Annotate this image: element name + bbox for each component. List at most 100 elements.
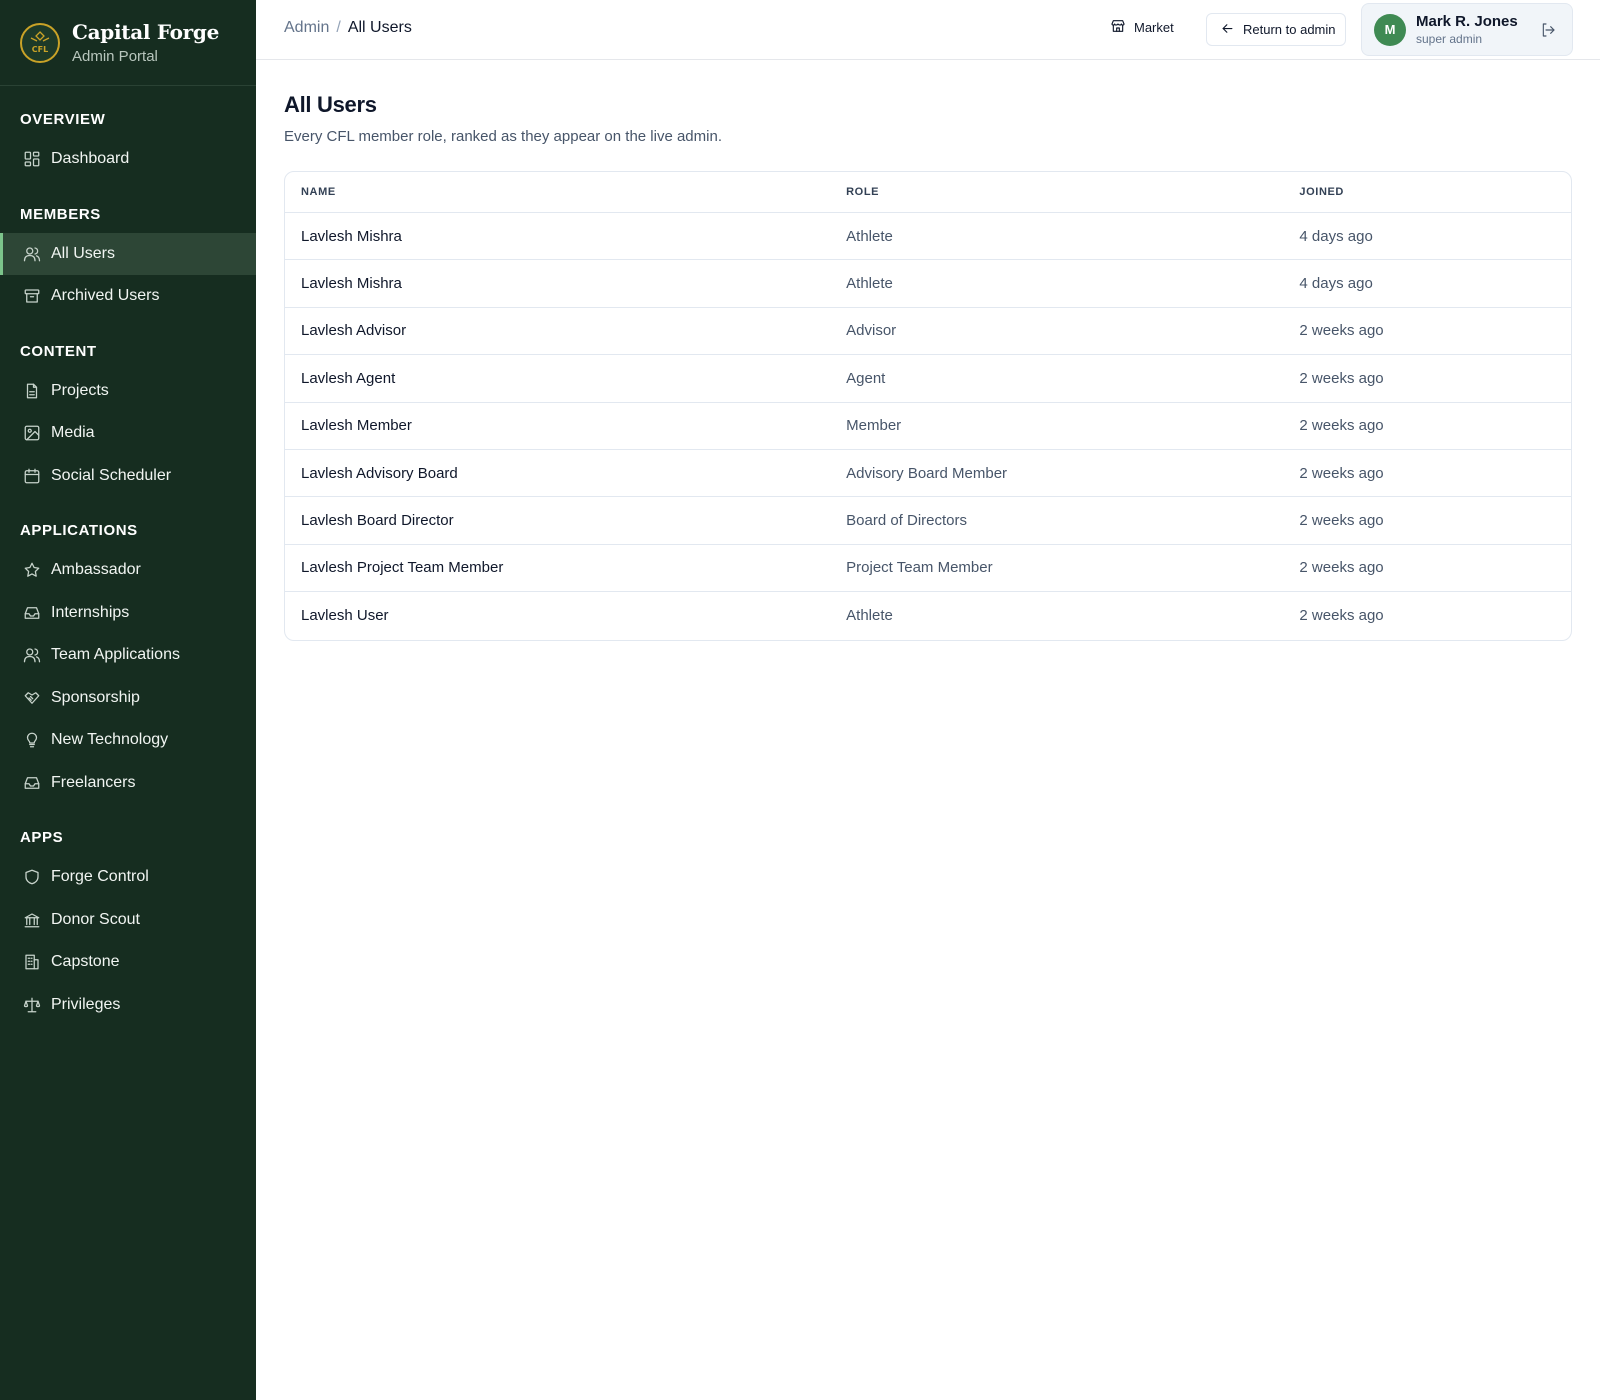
sidebar-item-sponsorship[interactable]: Sponsorship — [0, 677, 256, 720]
nav-heading: MEMBERS — [20, 205, 101, 223]
sidebar-item-label: Ambassador — [51, 561, 141, 579]
cell-name: Lavlesh Project Team Member — [301, 559, 504, 577]
table-row[interactable]: Lavlesh User Athlete 2 weeks ago — [285, 592, 1571, 639]
sidebar-item-privileges[interactable]: Privileges — [0, 984, 256, 1027]
brand-title: Capital Forge — [72, 20, 220, 44]
user-role: super admin — [1416, 32, 1483, 46]
sidebar-item-label: Team Applications — [51, 646, 180, 664]
cell-name: Lavlesh Board Director — [301, 512, 454, 530]
cell-role: Project Team Member — [846, 559, 993, 577]
page-subtitle: Every CFL member role, ranked as they ap… — [284, 128, 722, 145]
cell-role: Agent — [846, 369, 886, 387]
sidebar-item-freelancers[interactable]: Freelancers — [0, 762, 256, 805]
users-table: NAME ROLE JOINED Lavlesh Mishra Athlete 4 … — [284, 171, 1572, 641]
cell-name: Lavlesh Agent — [301, 369, 396, 387]
cell-joined: 2 weeks ago — [1299, 512, 1384, 530]
market-label: Market — [1134, 20, 1174, 35]
table-row[interactable]: Lavlesh Project Team Member Project Team … — [285, 545, 1571, 593]
sidebar-item-social-scheduler[interactable]: Social Scheduler — [0, 455, 256, 498]
sidebar-item-internships[interactable]: Internships — [0, 592, 256, 635]
table-row[interactable]: Lavlesh Advisory Board Advisory Board Mem… — [285, 450, 1571, 498]
cell-name: Lavlesh Advisory Board — [301, 464, 458, 482]
sidebar-item-label: New Technology — [51, 731, 169, 749]
sidebar-item-team-applications[interactable]: Team Applications — [0, 634, 256, 677]
sidebar-item-donor-scout[interactable]: Donor Scout — [0, 899, 256, 942]
nav-heading: APPLICATIONS — [20, 522, 138, 539]
breadcrumb-current: All Users — [347, 19, 412, 36]
sidebar-item-projects[interactable]: Projects — [0, 370, 256, 413]
sidebar-item-dashboard[interactable]: Dashboard — [0, 138, 256, 181]
table-row[interactable]: Lavlesh Agent Agent 2 weeks ago — [285, 355, 1571, 403]
top-header: Admin / All Users Market Return to admin… — [256, 0, 1600, 60]
breadcrumb: Admin / All Users — [284, 19, 412, 37]
sidebar-item-new-technology[interactable]: New Technology — [0, 719, 256, 762]
return-to-admin-button[interactable]: Return to admin — [1206, 13, 1346, 46]
inbox-icon — [22, 773, 42, 793]
cell-name: Lavlesh Mishra — [301, 227, 402, 245]
cell-name: Lavlesh User — [301, 607, 389, 625]
sidebar-item-label: Capstone — [51, 953, 120, 971]
cell-name: Lavlesh Member — [301, 417, 412, 435]
table-row[interactable]: Lavlesh Advisor Advisor 2 weeks ago — [285, 308, 1571, 356]
sidebar-item-label: Projects — [51, 381, 109, 399]
table-body: Lavlesh Mishra Athlete 4 days ago Lavlesh M… — [285, 213, 1571, 640]
cell-joined: 2 weeks ago — [1299, 559, 1384, 577]
sidebar-item-label: Privileges — [51, 995, 121, 1013]
table-row[interactable]: Lavlesh Board Director Board of Directors… — [285, 497, 1571, 545]
cell-role: Athlete — [846, 227, 893, 245]
logout-icon[interactable] — [1540, 22, 1556, 38]
sidebar-item-label: Internships — [51, 603, 130, 621]
page-title: All Users — [284, 92, 377, 117]
nav-section-content: CONTENT Projects Media Social Scheduler — [0, 318, 256, 498]
archive-icon — [22, 286, 42, 306]
sidebar-item-all-users[interactable]: All Users — [0, 232, 256, 275]
cell-role: Advisory Board Member — [846, 464, 1008, 482]
nav-section-apps: APPS Forge Control Donor Scout Capstone Priv… — [0, 804, 256, 1026]
cell-role: Board of Directors — [846, 512, 968, 530]
nav-heading: APPS — [20, 829, 64, 846]
sidebar: CFL Capital Forge Admin Portal OVERVIEW D… — [0, 0, 256, 1400]
breadcrumb-root-link[interactable]: Admin — [284, 19, 329, 37]
column-header-role[interactable]: ROLE — [846, 186, 1299, 198]
sidebar-item-archived-users[interactable]: Archived Users — [0, 275, 256, 318]
users-icon — [22, 645, 42, 665]
cell-joined: 4 days ago — [1299, 227, 1373, 245]
avatar: M — [1374, 13, 1406, 46]
cell-joined: 4 days ago — [1299, 275, 1373, 293]
brand-logo: CFL — [20, 22, 60, 63]
sidebar-item-label: Freelancers — [51, 773, 136, 791]
cell-joined: 2 weeks ago — [1299, 607, 1384, 625]
scale-icon — [22, 995, 42, 1015]
sidebar-item-label: Social Scheduler — [51, 466, 172, 484]
cell-joined: 2 weeks ago — [1299, 464, 1384, 482]
calendar-icon — [22, 466, 42, 486]
dashboard-icon — [22, 149, 42, 169]
sidebar-item-capstone[interactable]: Capstone — [0, 941, 256, 984]
sidebar-item-label: Forge Control — [51, 868, 149, 886]
column-header-name[interactable]: NAME — [285, 186, 846, 198]
user-card[interactable]: M Mark R. Jones super admin — [1361, 3, 1573, 56]
logo-text: CFL — [32, 45, 48, 54]
nav-heading: OVERVIEW — [20, 111, 106, 128]
cell-joined: 2 weeks ago — [1299, 417, 1384, 435]
return-label: Return to admin — [1243, 22, 1336, 37]
sidebar-item-ambassador[interactable]: Ambassador — [0, 549, 256, 592]
shield-icon — [22, 867, 42, 887]
table-row[interactable]: Lavlesh Mishra Athlete 4 days ago — [285, 213, 1571, 261]
column-header-joined[interactable]: JOINED — [1299, 186, 1571, 198]
nav-heading: CONTENT — [20, 342, 97, 360]
main-content: All Users Every CFL member role, ranked … — [284, 60, 1572, 641]
inbox-icon — [22, 603, 42, 623]
sidebar-item-label: Sponsorship — [51, 688, 140, 706]
table-row[interactable]: Lavlesh Member Member 2 weeks ago — [285, 403, 1571, 450]
market-button[interactable]: Market — [1110, 18, 1174, 37]
brand[interactable]: CFL Capital Forge Admin Portal — [0, 0, 256, 86]
table-header: NAME ROLE JOINED — [285, 172, 1571, 213]
bank-icon — [22, 910, 42, 930]
sidebar-item-media[interactable]: Media — [0, 412, 256, 455]
table-row[interactable]: Lavlesh Mishra Athlete 4 days ago — [285, 260, 1571, 308]
nav-section-members: MEMBERS All Users Archived Users — [0, 181, 256, 318]
cell-joined: 2 weeks ago — [1299, 322, 1384, 340]
sidebar-nav: OVERVIEW Dashboard MEMBERS All Users Archive… — [0, 86, 256, 1026]
sidebar-item-forge-control[interactable]: Forge Control — [0, 856, 256, 899]
